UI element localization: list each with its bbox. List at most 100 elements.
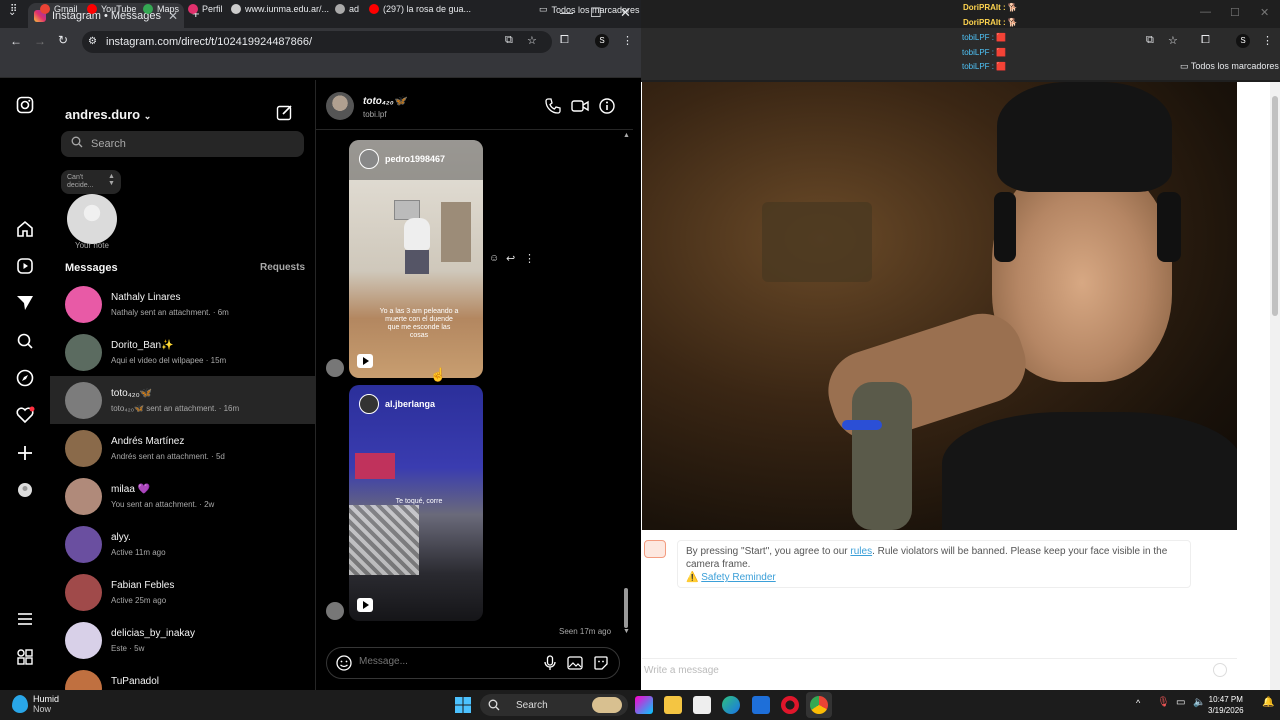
reel-author-name[interactable]: al.jberlanga — [385, 399, 435, 409]
volume-icon[interactable]: 🔈 — [1193, 697, 1205, 708]
bookmark-iunma[interactable]: www.iunma.edu.ar/... — [231, 4, 329, 14]
search-icon[interactable] — [16, 332, 36, 352]
rules-link[interactable]: rules — [850, 546, 872, 557]
reel-play-icon[interactable] — [357, 354, 373, 368]
address-bar[interactable]: instagram.com/direct/t/102419924487866/ — [82, 31, 552, 53]
home-icon[interactable] — [16, 220, 36, 240]
reel-author-name[interactable]: pedro1998467 — [385, 154, 445, 164]
back-icon[interactable]: ← — [10, 34, 22, 48]
chat-scrollbar[interactable]: ▲ ▼ — [621, 132, 631, 687]
right-scrollbar[interactable] — [1270, 82, 1280, 690]
opera-icon[interactable] — [781, 696, 799, 714]
conversation-row[interactable]: delicias_by_inakay Este · 5w — [50, 616, 315, 664]
more-options-icon[interactable]: ⋮ — [524, 252, 535, 265]
apps-icon[interactable]: ⠿ — [10, 4, 17, 15]
profile-icon[interactable] — [16, 481, 36, 501]
chat-message-input[interactable]: Write a message — [642, 658, 1237, 682]
bookmark-perfil[interactable]: Perfil — [188, 4, 223, 14]
scroll-down-icon[interactable]: ▼ — [623, 628, 630, 635]
conversation-row[interactable]: alyy. Active 11m ago — [50, 520, 315, 568]
show-hidden-icons-icon[interactable]: ^ — [1136, 698, 1140, 708]
extensions-icon[interactable]: ⧠ — [560, 34, 569, 47]
emoji-icon[interactable] — [1213, 663, 1227, 677]
conversation-info-icon[interactable] — [599, 98, 615, 114]
audio-call-icon[interactable] — [545, 98, 561, 114]
message-composer[interactable] — [326, 647, 620, 679]
bookmark-ad[interactable]: ad — [335, 4, 359, 14]
bookmark-all[interactable]: ▭ Todos los marcadores — [1180, 61, 1279, 72]
store-icon[interactable] — [693, 696, 711, 714]
chat-avatar[interactable] — [326, 92, 354, 120]
menu-kebab-icon[interactable]: ⋮ — [1262, 34, 1273, 47]
bookmark-star-icon[interactable]: ☆ — [1168, 34, 1178, 47]
search-input[interactable]: Search — [61, 131, 304, 157]
taskbar-active-app[interactable] — [806, 692, 832, 718]
notifications-heart-icon[interactable] — [16, 406, 36, 426]
reels-icon[interactable] — [16, 257, 36, 277]
explore-compass-icon[interactable] — [16, 369, 36, 389]
weather-icon[interactable] — [12, 695, 28, 713]
account-username[interactable]: andres.duro ⌄ — [65, 107, 151, 122]
shared-reel[interactable]: al.jberlanga Te toqué, corre — [349, 385, 483, 621]
profile-avatar[interactable]: S — [595, 34, 609, 48]
close-window-icon[interactable]: ✕ — [1260, 6, 1269, 19]
profile-avatar[interactable]: S — [1236, 34, 1250, 48]
site-info-icon[interactable]: ⚙ — [88, 36, 97, 47]
taskbar-search[interactable]: Search — [480, 694, 628, 716]
menu-kebab-icon[interactable]: ⋮ — [622, 34, 633, 47]
more-menu-icon[interactable] — [16, 610, 36, 630]
install-app-icon[interactable]: ⧉ — [1146, 34, 1154, 47]
bookmark-gmail[interactable]: Gmail — [40, 4, 78, 14]
requests-link[interactable]: Requests — [260, 262, 305, 273]
chat-contact-name[interactable]: toto₄₂₀🦋 — [363, 96, 406, 107]
forward-icon[interactable]: → — [34, 34, 46, 48]
video-call-icon[interactable] — [571, 98, 589, 114]
new-message-icon[interactable] — [276, 104, 293, 121]
conversation-row[interactable]: Dorito_Ban✨ Aqui el video del wilpapee · … — [50, 328, 315, 376]
message-input[interactable] — [359, 656, 529, 667]
scroll-up-icon[interactable]: ▲ — [623, 132, 630, 139]
windows-start-icon[interactable] — [455, 697, 471, 713]
direct-messages-icon[interactable] — [16, 294, 36, 314]
install-app-icon[interactable]: ⧉ — [505, 34, 513, 47]
emoji-picker-icon[interactable] — [336, 655, 352, 671]
sticker-icon[interactable] — [593, 655, 609, 671]
conversation-row[interactable]: Nathaly Linares Nathaly sent an attachmen… — [50, 280, 315, 328]
voice-message-icon[interactable] — [543, 655, 557, 671]
microphone-icon[interactable]: 🎙 — [1157, 697, 1170, 708]
instagram-logo-icon[interactable] — [16, 96, 36, 116]
bookmark-star-icon[interactable]: ☆ — [527, 34, 537, 47]
conversation-row[interactable]: Fabian Febles Active 25m ago — [50, 568, 315, 616]
bookmark-youtube[interactable]: YouTube — [87, 4, 136, 14]
extensions-icon[interactable]: ⧠ — [1201, 34, 1210, 47]
weather-widget[interactable]: Humid Now — [33, 694, 59, 714]
your-note-avatar[interactable] — [67, 194, 117, 244]
maximize-icon[interactable]: ☐ — [1230, 6, 1240, 19]
reel-play-icon[interactable] — [357, 598, 373, 612]
notifications-icon[interactable]: 🔔 — [1262, 697, 1274, 708]
also-from-meta-icon[interactable] — [16, 648, 36, 668]
add-photo-icon[interactable] — [567, 655, 583, 671]
bookmark-all[interactable]: ▭ Todos los marcadores — [539, 4, 640, 15]
conversation-row[interactable]: toto₄₂₀🦋 toto₄₂₀🦋 sent an attachment. · 1… — [50, 376, 315, 424]
create-plus-icon[interactable] — [16, 444, 36, 464]
system-clock[interactable]: 10:47 PM 3/19/2026 — [1208, 694, 1244, 716]
copilot-icon[interactable] — [635, 696, 653, 714]
safety-reminder-link[interactable]: Safety Reminder — [701, 572, 775, 583]
conversation-row[interactable]: Andrés Martínez Andrés sent an attachment… — [50, 424, 315, 472]
edge-icon[interactable] — [722, 696, 740, 714]
bookmark-rosa[interactable]: (297) la rosa de gua... — [369, 4, 471, 14]
scroll-thumb[interactable] — [624, 588, 628, 628]
react-emoji-icon[interactable]: ☺ — [489, 253, 499, 264]
network-icon[interactable]: ▭ — [1176, 697, 1185, 708]
conversation-row[interactable]: milaa 💜 You sent an attachment. · 2w — [50, 472, 315, 520]
file-explorer-icon[interactable] — [664, 696, 682, 714]
mail-icon[interactable] — [752, 696, 770, 714]
conversation-row[interactable]: TuPanadol — [50, 664, 315, 707]
reply-icon[interactable]: ↩ — [506, 252, 515, 265]
reload-icon[interactable]: ↻ — [58, 33, 68, 47]
shared-reel[interactable]: pedro1998467 Yo a las 3 am peleando a mu… — [349, 140, 483, 378]
minimize-icon[interactable]: — — [1200, 6, 1211, 18]
scroll-thumb[interactable] — [1272, 96, 1278, 316]
bookmark-maps[interactable]: Maps — [143, 4, 179, 14]
